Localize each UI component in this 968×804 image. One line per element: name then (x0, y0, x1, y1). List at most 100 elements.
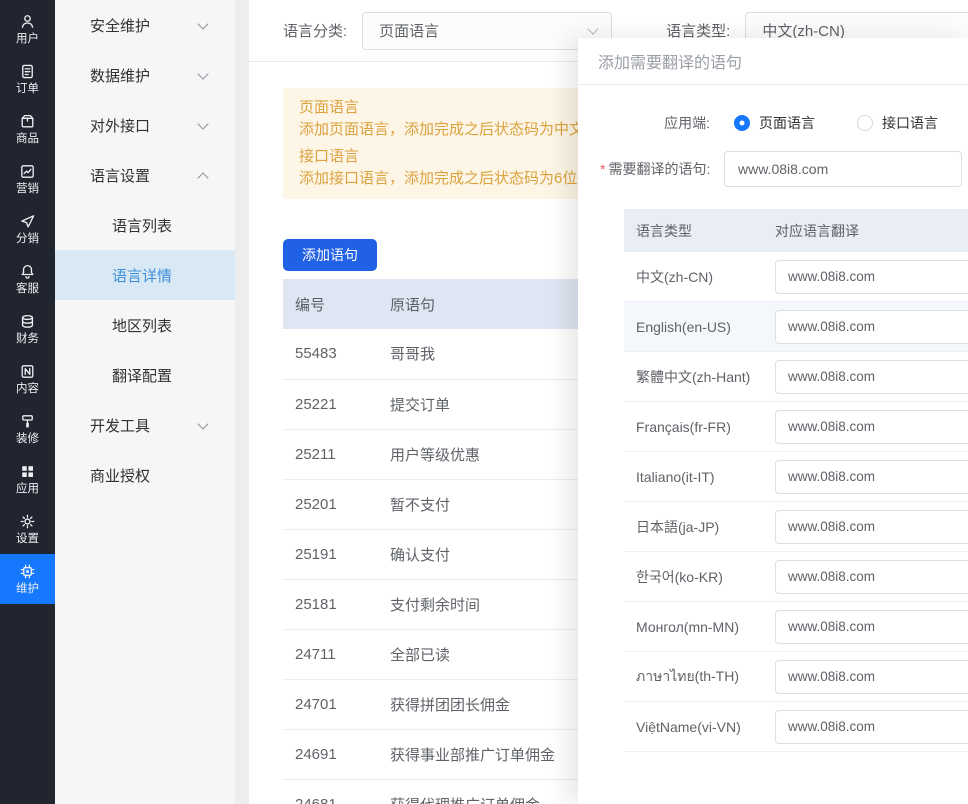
translation-row: 繁體中文(zh-Hant) (624, 352, 968, 402)
translation-lang-label: Français(fr-FR) (624, 419, 775, 435)
language-category-value: 页面语言 (379, 20, 439, 41)
translation-lang-label: 日本語(ja-JP) (624, 517, 775, 537)
rail-item-label: 财务 (16, 334, 39, 346)
module-rail: 用户订单商品营销分销客服财务内容装修应用设置维护 (0, 0, 55, 804)
settings-icon (19, 513, 37, 531)
rail-item-label: 应用 (16, 484, 39, 496)
submenu-item-label: 地区列表 (112, 315, 172, 336)
apps-icon (19, 463, 37, 481)
chevron-down-icon (197, 18, 208, 29)
phrase-id-cell: 24681 (283, 779, 378, 804)
translation-lang-label: ViệtName(vi-VN) (624, 719, 775, 735)
submenu: 安全维护数据维护对外接口语言设置语言列表语言详情地区列表翻译配置开发工具商业授权 (55, 0, 235, 804)
app-side-row: 应用端: 页面语言 接口语言 (600, 113, 968, 133)
submenu-item-data-maintain[interactable]: 数据维护 (55, 50, 235, 100)
rail-item-apps[interactable]: 应用 (0, 454, 55, 504)
translation-row: ViệtName(vi-VN) (624, 702, 968, 752)
submenu-item-business-license[interactable]: 商业授权 (55, 450, 235, 500)
translation-value-input[interactable] (775, 610, 968, 644)
chevron-down-icon (197, 418, 208, 429)
phrase-table-header-id: 编号 (283, 279, 378, 329)
translation-value-input[interactable] (775, 360, 968, 394)
translation-table-body: 中文(zh-CN) English(en-US) 繁體中文(zh-Hant) Fran… (624, 252, 968, 752)
app-side-radio-0[interactable]: 页面语言 (734, 113, 815, 133)
translation-value-input[interactable] (775, 560, 968, 594)
phrase-id-cell: 25201 (283, 479, 378, 529)
rail-item-product[interactable]: 商品 (0, 104, 55, 154)
app-side-radio-group: 页面语言 接口语言 (734, 113, 938, 133)
rail-item-label: 装修 (16, 434, 39, 446)
submenu-item-language-list[interactable]: 语言列表 (55, 200, 235, 250)
translation-lang-label: Монгол(mn-MN) (624, 619, 775, 635)
chevron-down-icon (197, 68, 208, 79)
maintain-icon (19, 563, 37, 581)
rail-item-content[interactable]: 内容 (0, 354, 55, 404)
rail-item-label: 营销 (16, 184, 39, 196)
translation-value-input[interactable] (775, 710, 968, 744)
radio-label: 页面语言 (759, 113, 815, 133)
submenu-item-region-list[interactable]: 地区列表 (55, 300, 235, 350)
rail-item-decorate[interactable]: 装修 (0, 404, 55, 454)
submenu-item-translate-config[interactable]: 翻译配置 (55, 350, 235, 400)
finance-icon (19, 313, 37, 331)
rail-item-label: 分销 (16, 234, 39, 246)
radio-checked-icon[interactable] (734, 115, 750, 131)
submenu-item-dev-tools[interactable]: 开发工具 (55, 400, 235, 450)
rail-item-order[interactable]: 订单 (0, 54, 55, 104)
submenu-item-label: 语言详情 (112, 265, 172, 286)
rail-item-settings[interactable]: 设置 (0, 504, 55, 554)
submenu-item-label: 对外接口 (90, 115, 150, 136)
rail-item-label: 设置 (16, 534, 39, 546)
translation-header-value: 对应语言翻译 (775, 221, 968, 241)
translation-header-lang: 语言类型 (624, 221, 775, 241)
translation-lang-label: English(en-US) (624, 319, 775, 335)
translation-value-input[interactable] (775, 460, 968, 494)
add-phrase-button[interactable]: 添加语句 (283, 239, 377, 271)
submenu-item-external-api[interactable]: 对外接口 (55, 100, 235, 150)
rail-item-service[interactable]: 客服 (0, 254, 55, 304)
chevron-up-icon (197, 172, 208, 183)
rail-item-label: 商品 (16, 134, 39, 146)
radio-unchecked-icon[interactable] (857, 115, 873, 131)
translation-lang-label: ภาษาไทย(th-TH) (624, 666, 775, 688)
rail-item-maintain[interactable]: 维护 (0, 554, 55, 604)
rail-item-marketing[interactable]: 营销 (0, 154, 55, 204)
translation-lang-label: 繁體中文(zh-Hant) (624, 367, 775, 387)
rail-item-finance[interactable]: 财务 (0, 304, 55, 354)
submenu-item-security-maintain[interactable]: 安全维护 (55, 0, 235, 50)
rail-item-distribution[interactable]: 分销 (0, 204, 55, 254)
app-side-label: 应用端: (600, 113, 710, 133)
distribution-icon (19, 213, 37, 231)
translation-value-input[interactable] (775, 510, 968, 544)
phrase-id-cell: 24691 (283, 729, 378, 779)
translation-table-header: 语言类型 对应语言翻译 (624, 209, 968, 252)
translation-row: 中文(zh-CN) (624, 252, 968, 302)
submenu-item-language-detail[interactable]: 语言详情 (55, 250, 235, 300)
language-category-label: 语言分类: (283, 20, 347, 41)
translation-row: 한국어(ko-KR) (624, 552, 968, 602)
submenu-item-label: 语言列表 (112, 215, 172, 236)
rail-item-label: 用户 (16, 34, 39, 46)
phrase-id-cell: 25191 (283, 529, 378, 579)
rail-item-user[interactable]: 用户 (0, 4, 55, 54)
content-icon (19, 363, 37, 381)
translation-value-input[interactable] (775, 260, 968, 294)
translation-value-input[interactable] (775, 660, 968, 694)
rail-item-label: 维护 (16, 584, 39, 596)
phrase-input[interactable] (724, 151, 962, 187)
phrase-id-cell: 25221 (283, 379, 378, 429)
language-category-select[interactable]: 页面语言 (362, 12, 612, 50)
app-side-radio-1[interactable]: 接口语言 (857, 113, 938, 133)
phrase-row: *需要翻译的语句: (600, 151, 968, 187)
translation-value-input[interactable] (775, 410, 968, 444)
rail-item-label: 内容 (16, 384, 39, 396)
phrase-id-cell: 55483 (283, 329, 378, 379)
translation-row: Italiano(it-IT) (624, 452, 968, 502)
translation-value-input[interactable] (775, 310, 968, 344)
submenu-item-label: 商业授权 (90, 465, 150, 486)
submenu-item-label: 翻译配置 (112, 365, 172, 386)
translation-row: English(en-US) (624, 302, 968, 352)
product-icon (19, 113, 37, 131)
order-icon (19, 63, 37, 81)
submenu-item-language-settings[interactable]: 语言设置 (55, 150, 235, 200)
